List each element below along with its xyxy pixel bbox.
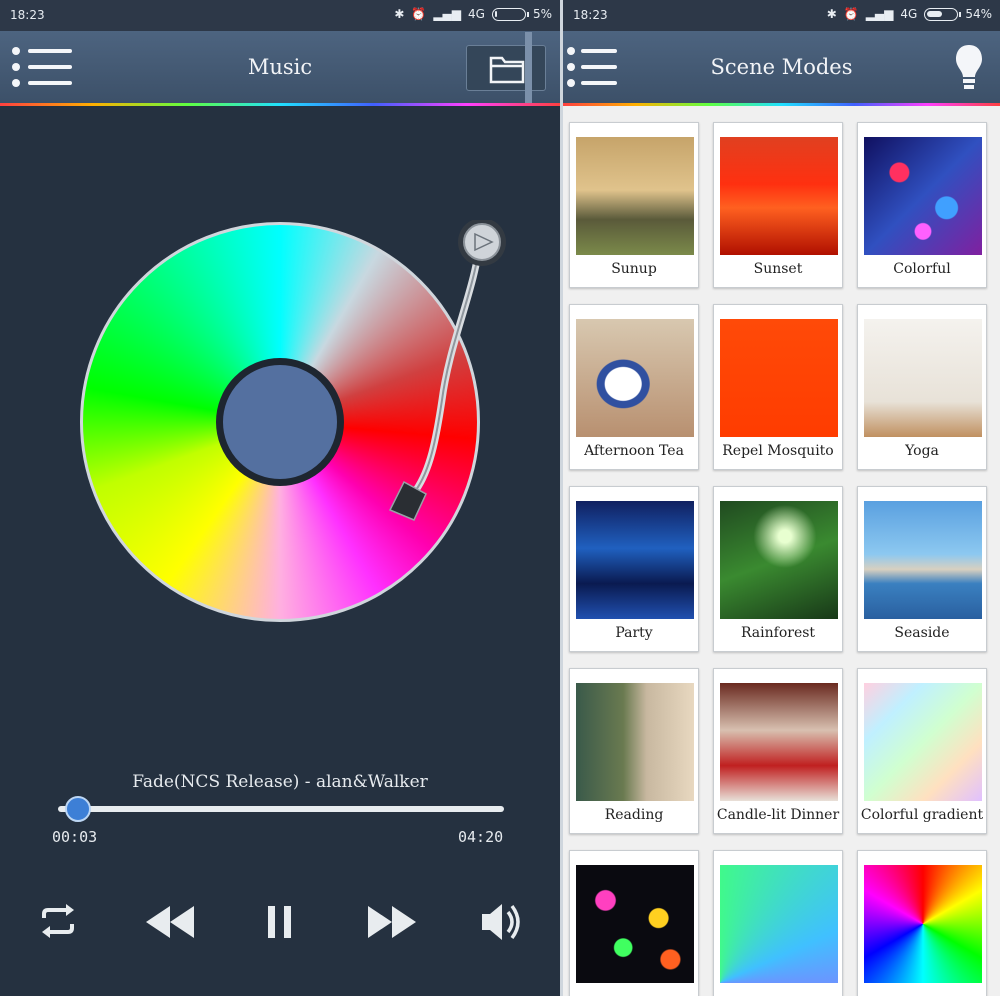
scene-card[interactable]: Afternoon Tea	[569, 304, 699, 470]
rewind-icon[interactable]	[142, 896, 198, 946]
volume-icon[interactable]	[478, 896, 528, 946]
battery-icon	[491, 7, 529, 21]
folder-icon	[489, 56, 525, 84]
scene-label: Candle-lit Dinner	[716, 807, 840, 823]
scene-card[interactable]: Reading	[569, 668, 699, 834]
header-rainbow-line	[563, 103, 1000, 106]
scene-label: Sunup	[611, 261, 657, 277]
total-time: 04:20	[458, 828, 504, 846]
scene-image	[576, 683, 694, 801]
battery-icon	[924, 7, 962, 21]
repeat-icon[interactable]	[36, 896, 80, 946]
scene-label: Yoga	[905, 443, 939, 459]
app-bar: Music	[0, 31, 560, 105]
music-screen: 18:23 ✱ ⏰ ▂▄▆ 4G 5% Music Fade(NCS Relea…	[0, 0, 560, 996]
scene-modes-screen: 18:23 ✱ ⏰ ▂▄▆ 4G 54% Scene Modes Sunup Su…	[563, 0, 1000, 996]
scene-image	[576, 137, 694, 255]
scene-image	[864, 501, 982, 619]
scene-image	[576, 865, 694, 983]
signal-icon: ▂▄▆	[433, 7, 462, 21]
status-time: 18:23	[573, 8, 608, 22]
scene-image	[864, 319, 982, 437]
battery-percent: 54%	[965, 7, 992, 21]
status-time: 18:23	[10, 8, 45, 22]
scene-card[interactable]	[857, 850, 987, 996]
bluetooth-icon: ✱	[394, 7, 405, 21]
header-slider	[525, 32, 532, 105]
scene-card[interactable]: Yoga	[857, 304, 987, 470]
tonearm[interactable]	[380, 220, 510, 530]
signal-icon: ▂▄▆	[865, 7, 894, 21]
alarm-icon: ⏰	[843, 7, 859, 21]
scene-image	[576, 501, 694, 619]
song-title: Fade(NCS Release) - alan&Walker	[132, 772, 428, 792]
scene-image	[864, 683, 982, 801]
scene-label: Colorful gradient	[860, 807, 984, 823]
scene-image	[720, 683, 838, 801]
alarm-icon: ⏰	[411, 7, 427, 21]
scene-card[interactable]: Party	[569, 486, 699, 652]
page-title: Scene Modes	[710, 55, 853, 79]
scene-card[interactable]	[713, 850, 843, 996]
scene-card[interactable]: Sunset	[713, 122, 843, 288]
scene-label: Seaside	[894, 625, 950, 641]
pause-icon[interactable]	[262, 896, 298, 946]
light-bulb-icon[interactable]	[954, 43, 984, 93]
progress-bar[interactable]	[58, 796, 504, 822]
scene-image	[864, 865, 982, 983]
scene-image	[864, 137, 982, 255]
scene-label: Sunset	[753, 261, 803, 277]
scene-card[interactable]: Seaside	[857, 486, 987, 652]
network-type: 4G	[900, 7, 918, 21]
status-icons: ✱ ⏰ ▂▄▆ 4G 5%	[394, 7, 552, 21]
scene-card[interactable]: Colorful gradient	[857, 668, 987, 834]
network-type: 4G	[468, 7, 485, 21]
scene-card[interactable]: Colorful	[857, 122, 987, 288]
folder-button[interactable]	[466, 32, 546, 105]
scene-label: Repel Mosquito	[722, 443, 834, 459]
scene-image	[720, 501, 838, 619]
bluetooth-icon: ✱	[826, 7, 837, 21]
scene-image	[720, 137, 838, 255]
battery-percent: 5%	[532, 7, 552, 21]
elapsed-time: 00:03	[52, 828, 98, 846]
scene-card[interactable]: Candle-lit Dinner	[713, 668, 843, 834]
scene-image	[720, 865, 838, 983]
scene-card[interactable]	[569, 850, 699, 996]
disc-center	[216, 358, 344, 486]
scene-label: Party	[615, 625, 653, 641]
status-bar: 18:23 ✱ ⏰ ▂▄▆ 4G 54%	[563, 0, 1000, 31]
scene-card[interactable]: Sunup	[569, 122, 699, 288]
header-rainbow-line	[0, 103, 560, 106]
app-bar: Scene Modes	[563, 31, 1000, 104]
scene-label: Reading	[604, 807, 664, 823]
scene-card[interactable]: Rainforest	[713, 486, 843, 652]
scene-label: Colorful	[893, 261, 951, 277]
status-bar: 18:23 ✱ ⏰ ▂▄▆ 4G 5%	[0, 0, 560, 31]
scene-image	[576, 319, 694, 437]
scene-label: Afternoon Tea	[584, 443, 684, 459]
status-icons: ✱ ⏰ ▂▄▆ 4G 54%	[827, 7, 992, 21]
progress-thumb[interactable]	[65, 796, 92, 822]
scene-image	[720, 319, 838, 437]
scene-label: Rainforest	[740, 625, 816, 641]
scene-card[interactable]: Repel Mosquito	[713, 304, 843, 470]
fast-forward-icon[interactable]	[364, 896, 420, 946]
